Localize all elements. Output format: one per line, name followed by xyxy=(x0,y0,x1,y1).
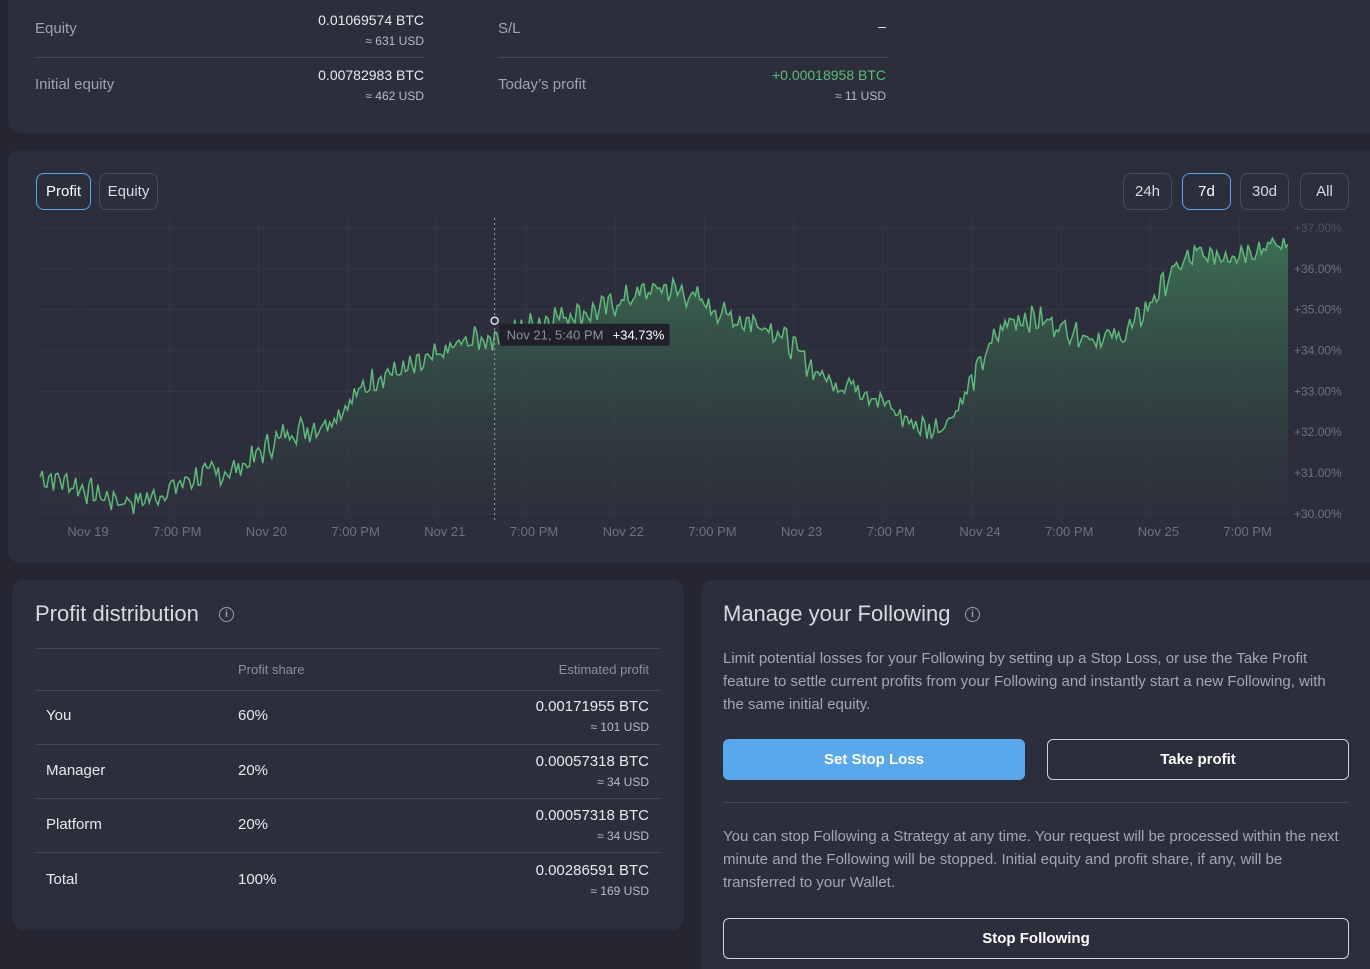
x-tick-label: Nov 23 xyxy=(781,524,822,539)
sl-value: – xyxy=(878,18,886,34)
take-profit-button[interactable]: Take profit xyxy=(1047,739,1349,780)
profit-distribution-title: Profit distribution xyxy=(35,601,199,626)
x-tick-label: Nov 25 xyxy=(1138,524,1179,539)
divider xyxy=(35,798,661,799)
x-tick-label: Nov 20 xyxy=(246,524,287,539)
tooltip-value: +34.73% xyxy=(613,328,665,343)
set-stop-loss-button[interactable]: Set Stop Loss xyxy=(723,739,1025,780)
x-tick-label: 7:00 PM xyxy=(688,524,736,539)
area-fill xyxy=(40,238,1288,522)
x-tick-label: Nov 19 xyxy=(67,524,108,539)
row-share: 60% xyxy=(238,707,269,724)
x-tick-label: 7:00 PM xyxy=(153,524,201,539)
x-tick-label: 7:00 PM xyxy=(1045,524,1093,539)
x-tick-label: 7:00 PM xyxy=(510,524,558,539)
row-btc: 0.00171955 BTC xyxy=(535,698,649,715)
divider xyxy=(498,57,888,58)
divider xyxy=(35,57,425,58)
equity-btc: 0.01069574 BTC xyxy=(318,12,424,28)
row-share: 100% xyxy=(238,871,277,888)
x-tick-label: Nov 22 xyxy=(603,524,644,539)
row-name: You xyxy=(46,707,72,724)
row-btc: 0.00286591 BTC xyxy=(535,862,649,879)
info-icon[interactable]: i xyxy=(965,607,980,622)
tooltip-date: Nov 21, 5:40 PM xyxy=(507,328,604,343)
divider xyxy=(35,852,661,853)
todays-profit-usd: ≈ 11 USD xyxy=(834,89,886,103)
todays-profit-label: Today’s profit xyxy=(498,76,587,93)
manage-following-title: Manage your Following xyxy=(723,601,951,626)
row-btc: 0.00057318 BTC xyxy=(535,807,649,824)
row-usd: ≈ 101 USD xyxy=(590,720,649,734)
x-tick-label: Nov 24 xyxy=(959,524,1000,539)
info-icon[interactable]: i xyxy=(219,607,234,622)
row-usd: ≈ 34 USD xyxy=(597,829,649,843)
divider xyxy=(35,690,661,691)
stop-loss-description: Limit potential losses for your Followin… xyxy=(723,650,1326,713)
manage-following-card: Manage your Following i Limit potential … xyxy=(701,580,1370,969)
y-tick-label: +34.00% xyxy=(1294,344,1342,358)
y-tick-label: +31.00% xyxy=(1294,466,1342,480)
y-tick-label: +37.00% xyxy=(1294,221,1342,235)
y-tick-label: +35.00% xyxy=(1294,303,1342,317)
x-tick-label: 7:00 PM xyxy=(331,524,379,539)
profit-distribution-card: Profit distribution i Profit share Estim… xyxy=(12,580,684,930)
row-name: Manager xyxy=(46,762,106,779)
y-tick-label: +36.00% xyxy=(1294,262,1342,276)
row-usd: ≈ 34 USD xyxy=(597,775,649,789)
sl-label: S/L xyxy=(498,20,521,37)
initial-equity-label: Initial equity xyxy=(35,76,115,93)
todays-profit-btc: +0.00018958 BTC xyxy=(771,67,886,83)
row-usd: ≈ 169 USD xyxy=(590,884,649,898)
divider xyxy=(723,802,1349,803)
x-tick-label: 7:00 PM xyxy=(1223,524,1271,539)
stats-card: Equity 0.01069574 BTC ≈ 631 USD Initial … xyxy=(8,0,1370,133)
divider xyxy=(35,744,661,745)
stop-following-button[interactable]: Stop Following xyxy=(723,918,1349,959)
equity-label: Equity xyxy=(35,20,77,37)
y-tick-label: +32.00% xyxy=(1294,425,1342,439)
initial-equity-btc: 0.00782983 BTC xyxy=(318,67,424,83)
row-share: 20% xyxy=(238,816,269,833)
chart-card: Profit Equity 24h 7d 30d All Nov 19 7:00 … xyxy=(8,150,1370,563)
y-tick-label: +30.00% xyxy=(1294,507,1342,521)
hover-point xyxy=(490,316,499,325)
y-tick-label: +33.00% xyxy=(1294,384,1342,398)
stop-following-description: You can stop Following a Strategy at any… xyxy=(723,828,1339,891)
row-share: 20% xyxy=(238,762,269,779)
x-tick-label: 7:00 PM xyxy=(867,524,915,539)
divider xyxy=(35,648,661,649)
x-tick-label: Nov 21 xyxy=(424,524,465,539)
column-header-profit-share: Profit share xyxy=(238,662,305,677)
row-btc: 0.00057318 BTC xyxy=(535,753,649,770)
column-header-estimated-profit: Estimated profit xyxy=(558,662,649,677)
initial-equity-usd: ≈ 462 USD xyxy=(365,89,424,103)
row-name: Total xyxy=(46,871,78,888)
row-name: Platform xyxy=(46,816,102,833)
profit-chart[interactable]: Nov 19 7:00 PM Nov 20 7:00 PM Nov 21 7:00 PM N… xyxy=(8,150,1370,563)
equity-usd: ≈ 631 USD xyxy=(365,34,424,48)
